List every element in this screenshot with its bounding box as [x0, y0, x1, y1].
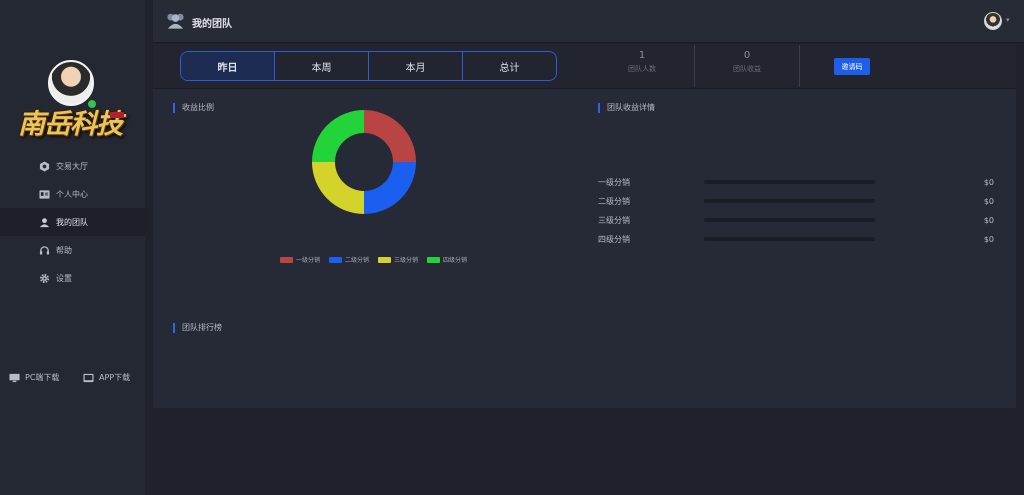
tab-this-week[interactable]: 本周 — [275, 52, 369, 80]
detail-row: 一级分销 $0 — [598, 176, 998, 188]
team-earnings-stat: 0 团队收益 — [695, 50, 799, 74]
sidebar-item-label: 帮助 — [56, 245, 72, 255]
detail-progress-bar — [704, 180, 875, 184]
sidebar-item-my-team[interactable]: 我的团队 — [0, 208, 145, 236]
detail-row: 二级分销 $0 — [598, 195, 998, 207]
team-size-value: 1 — [638, 50, 646, 61]
tab-yesterday[interactable]: 昨日 — [181, 52, 275, 80]
detail-progress-bar — [704, 218, 875, 222]
sidebar: 南岳科技 交易大厅 个人中心 我的团队 帮助 设置 PC端下载 APP下载 — [0, 0, 145, 495]
sidebar-nav: 交易大厅 个人中心 我的团队 帮助 设置 — [0, 152, 145, 292]
detail-row: 三级分销 $0 — [598, 214, 998, 226]
ranking-section-title: 团队排行榜 — [173, 323, 222, 333]
pc-download-link[interactable]: PC端下载 — [9, 372, 59, 383]
app-download-link[interactable]: APP下载 — [83, 372, 130, 383]
team-icon — [39, 217, 50, 227]
legend-label: 二级分销 — [345, 257, 370, 264]
tab-total[interactable]: 总计 — [463, 52, 556, 80]
team-size-label: 团队人数 — [628, 65, 656, 73]
main-panel: 昨日 本周 本月 总计 1 团队人数 0 团队收益 邀请码 收益比例 团队收益详… — [153, 44, 1016, 408]
legend-swatch — [378, 256, 392, 263]
team-size-stat: 1 团队人数 — [590, 50, 694, 74]
legend-item[interactable]: 一级分销 — [280, 255, 320, 264]
detail-amount: $0 — [983, 196, 994, 206]
user-avatar[interactable] — [984, 12, 1002, 30]
legend-swatch — [329, 256, 343, 263]
team-earnings-label: 团队收益 — [733, 65, 761, 73]
sidebar-item-settings[interactable]: 设置 — [0, 264, 145, 292]
legend-item[interactable]: 二级分销 — [329, 255, 369, 264]
detail-progress-bar — [704, 237, 875, 241]
sidebar-item-personal-center[interactable]: 个人中心 — [0, 180, 145, 208]
brand-logo: 南岳科技 — [18, 58, 130, 148]
sidebar-item-label: 我的团队 — [56, 217, 88, 227]
headset-icon — [39, 245, 50, 255]
donut-slice[interactable] — [364, 110, 416, 162]
donut-slice[interactable] — [364, 162, 416, 214]
team-earnings-value: 0 — [743, 50, 751, 61]
team-icon — [167, 13, 184, 29]
detail-section-title: 团队收益详情 — [598, 103, 655, 113]
detail-amount: $0 — [983, 215, 994, 225]
pc-download-label: PC端下载 — [25, 373, 60, 382]
period-tabs: 昨日 本周 本月 总计 — [180, 51, 557, 81]
detail-amount: $0 — [983, 234, 994, 244]
stat-divider — [799, 45, 800, 87]
id-card-icon — [39, 189, 50, 199]
legend-label: 三级分销 — [394, 257, 419, 264]
earnings-ratio-chart — [312, 110, 416, 214]
top-bar: 我的团队 ▾ — [153, 0, 1024, 43]
donut-slice[interactable] — [312, 110, 364, 162]
detail-label: 二级分销 — [598, 196, 630, 206]
gear-icon — [39, 273, 50, 283]
detail-progress-bar — [704, 199, 875, 203]
sidebar-item-label: 设置 — [56, 273, 72, 283]
legend-item[interactable]: 四级分销 — [427, 255, 467, 264]
invite-code-button[interactable]: 邀请码 — [834, 58, 870, 75]
brand-seal — [110, 112, 124, 118]
legend-label: 四级分销 — [443, 257, 468, 264]
detail-label: 四级分销 — [598, 234, 630, 244]
detail-label: 一级分销 — [598, 177, 630, 187]
detail-row: 四级分销 $0 — [598, 233, 998, 245]
ratio-section-title: 收益比例 — [173, 103, 214, 113]
detail-label: 三级分销 — [598, 215, 630, 225]
sidebar-item-label: 个人中心 — [56, 189, 88, 199]
period-bar: 昨日 本周 本月 总计 1 团队人数 0 团队收益 邀请码 — [153, 44, 1016, 89]
sidebar-item-help[interactable]: 帮助 — [0, 236, 145, 264]
legend-swatch — [427, 256, 441, 263]
avatar — [48, 60, 94, 106]
tab-this-month[interactable]: 本月 — [369, 52, 463, 80]
page-title: 我的团队 — [192, 19, 232, 30]
detail-amount: $0 — [983, 177, 994, 187]
brand-name: 南岳科技 — [18, 109, 123, 140]
legend-swatch — [280, 256, 293, 263]
hex-icon — [39, 160, 50, 172]
legend-item[interactable]: 三级分销 — [378, 255, 418, 264]
tablet-icon — [83, 373, 94, 382]
sidebar-item-trading-hall[interactable]: 交易大厅 — [0, 152, 145, 180]
donut-slice[interactable] — [312, 162, 364, 214]
sidebar-item-label: 交易大厅 — [56, 161, 88, 171]
monitor-icon — [9, 373, 20, 382]
chevron-down-icon[interactable]: ▾ — [1006, 16, 1010, 24]
chart-legend: 一级分销 二级分销 三级分销 四级分销 — [280, 255, 476, 264]
legend-label: 一级分销 — [296, 257, 321, 264]
app-download-label: APP下载 — [99, 373, 131, 382]
